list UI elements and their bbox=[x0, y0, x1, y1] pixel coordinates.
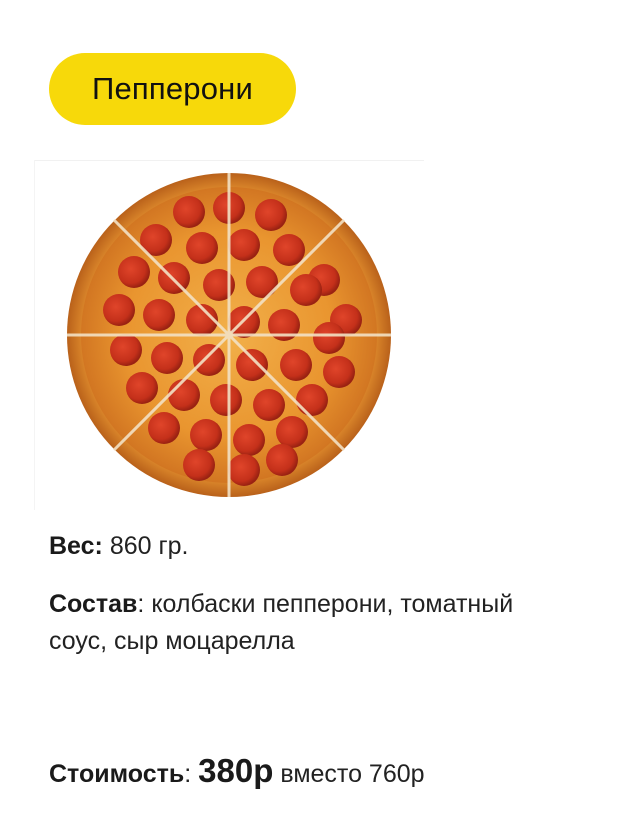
new-price: 380р bbox=[198, 752, 274, 789]
weight-value: 860 гр. bbox=[109, 532, 189, 560]
pepperoni-slice bbox=[290, 274, 322, 306]
weight-line: Вес: 860 гр. bbox=[49, 528, 188, 565]
pepperoni-slice bbox=[183, 449, 215, 481]
pepperoni-slice bbox=[255, 199, 287, 231]
price-line: Стоимость: 380р вместо 760р bbox=[49, 752, 425, 793]
pepperoni-slice bbox=[118, 256, 150, 288]
pepperoni-slice bbox=[228, 229, 260, 261]
pepperoni-slice bbox=[280, 349, 312, 381]
pepperoni-slice bbox=[110, 334, 142, 366]
pepperoni-slice bbox=[246, 266, 278, 298]
product-title-badge: Пепперони bbox=[49, 53, 296, 125]
pizza-image bbox=[34, 160, 424, 510]
pepperoni-slice bbox=[186, 232, 218, 264]
pepperoni-slice bbox=[173, 196, 205, 228]
pepperoni-slice bbox=[193, 344, 225, 376]
pepperoni-slice bbox=[228, 454, 260, 486]
pepperoni-slice bbox=[190, 419, 222, 451]
product-title: Пепперони bbox=[91, 71, 254, 106]
pepperoni-slice bbox=[143, 299, 175, 331]
pepperoni-slice bbox=[313, 322, 345, 354]
pepperoni-slice bbox=[253, 389, 285, 421]
pepperoni-slice bbox=[103, 294, 135, 326]
old-price-text: вместо 760р bbox=[280, 760, 425, 788]
pepperoni-slice bbox=[296, 384, 328, 416]
weight-label: Вес: bbox=[49, 532, 103, 560]
pepperoni-slice bbox=[276, 416, 308, 448]
pepperoni-slice bbox=[168, 379, 200, 411]
pizza-illustration bbox=[67, 173, 391, 497]
slice-cuts bbox=[67, 173, 391, 497]
pepperoni-slice bbox=[151, 342, 183, 374]
pepperoni-slice bbox=[323, 356, 355, 388]
pepperoni-slice bbox=[266, 444, 298, 476]
pepperoni-slice bbox=[236, 349, 268, 381]
price-separator: : bbox=[184, 760, 192, 788]
pepperoni-slice bbox=[148, 412, 180, 444]
pepperoni-slice bbox=[126, 372, 158, 404]
composition-label: Состав bbox=[49, 590, 138, 618]
pepperoni-slice bbox=[273, 234, 305, 266]
price-label: Стоимость bbox=[49, 760, 185, 788]
composition-line: Состав: колбаски пепперони, томатный соу… bbox=[49, 586, 569, 660]
pepperoni-slice bbox=[233, 424, 265, 456]
pepperoni-slice bbox=[210, 384, 242, 416]
